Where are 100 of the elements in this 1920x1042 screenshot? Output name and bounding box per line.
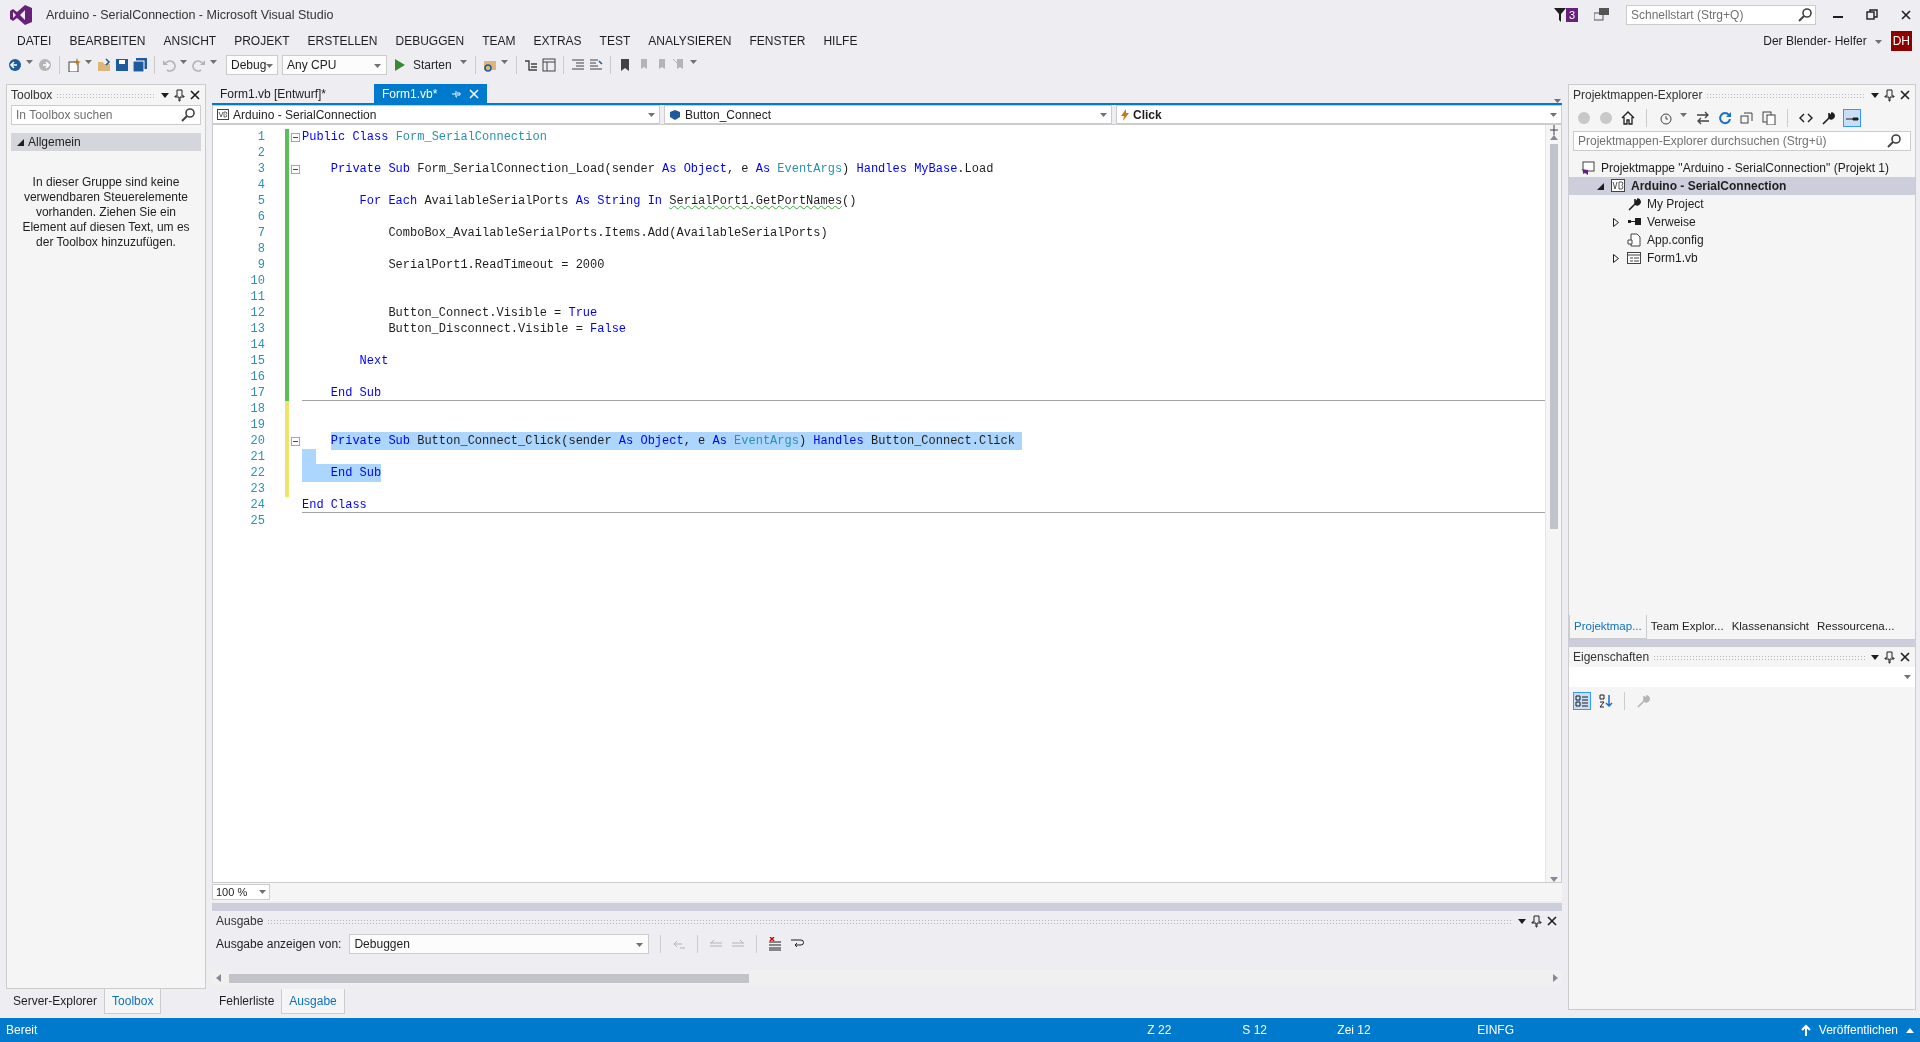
- dropdown-icon[interactable]: [160, 90, 170, 100]
- collapse-icon[interactable]: [291, 132, 300, 142]
- search-field[interactable]: Projektmappen-Explorer durchsuchen (Strg+ü): [1573, 131, 1911, 151]
- indent-icon[interactable]: [570, 58, 585, 72]
- code-icon[interactable]: [1799, 111, 1813, 125]
- search-icon[interactable]: [181, 108, 195, 122]
- menu-item[interactable]: BEARBEITEN: [60, 32, 155, 50]
- menu-item[interactable]: TEAM: [473, 32, 525, 50]
- categorized-icon[interactable]: [1573, 692, 1591, 710]
- dropdown-icon[interactable]: [1870, 652, 1880, 662]
- collapse-icon[interactable]: [291, 436, 300, 446]
- configuration-dropdown[interactable]: Debug: [226, 55, 278, 75]
- wrench-icon[interactable]: [1821, 111, 1835, 125]
- menu-item[interactable]: FENSTER: [740, 32, 815, 50]
- platform-dropdown[interactable]: Any CPU: [282, 55, 387, 75]
- code-line: Next: [359, 353, 389, 370]
- expanded-arrow-icon[interactable]: [1596, 182, 1604, 190]
- menu-item[interactable]: PROJEKT: [225, 32, 299, 50]
- save-icon[interactable]: [115, 58, 129, 72]
- event-dropdown[interactable]: Click: [1116, 105, 1562, 124]
- collapsed-arrow-icon[interactable]: [1613, 217, 1619, 227]
- menu-item[interactable]: EXTRAS: [524, 32, 591, 50]
- caret-icon[interactable]: [1874, 38, 1883, 44]
- panel-tab[interactable]: Team Explor...: [1646, 614, 1728, 639]
- scroll-thumb[interactable]: [229, 973, 749, 983]
- window-icon[interactable]: [541, 58, 556, 72]
- search-field[interactable]: In Toolbox suchen: [11, 105, 201, 125]
- pin-icon[interactable]: [1884, 650, 1895, 664]
- tree-item[interactable]: Form1.vb: [1569, 249, 1915, 267]
- close-icon[interactable]: [1546, 915, 1558, 927]
- menu-item[interactable]: DEBUGGEN: [386, 32, 474, 50]
- panel-tab[interactable]: Ressourcena...: [1813, 614, 1899, 639]
- feedback-icon[interactable]: [1594, 8, 1610, 22]
- history-icon[interactable]: [1658, 111, 1672, 125]
- object-dropdown[interactable]: Button_Connect: [664, 105, 1112, 124]
- scroll-left-icon[interactable]: [216, 974, 221, 982]
- pin-icon[interactable]: [1531, 914, 1542, 928]
- split-icon[interactable]: [1548, 125, 1559, 135]
- save-all-icon[interactable]: [133, 58, 147, 72]
- preview-icon[interactable]: [1843, 109, 1861, 127]
- scroll-thumb[interactable]: [1549, 144, 1558, 529]
- document-tab[interactable]: Form1.vb [Entwurf]*: [212, 84, 335, 103]
- tree-item[interactable]: App.config: [1569, 231, 1915, 249]
- zoom-dropdown[interactable]: 100 %: [212, 884, 270, 900]
- close-icon[interactable]: [189, 89, 201, 101]
- project-dropdown[interactable]: Arduino - SerialConnection: [212, 105, 660, 124]
- document-tab[interactable]: Form1.vb*: [374, 84, 488, 103]
- tree-item[interactable]: My Project: [1569, 195, 1915, 213]
- new-project-icon[interactable]: [67, 58, 81, 72]
- dropdown-icon[interactable]: [1870, 90, 1880, 100]
- menu-item[interactable]: ERSTELLEN: [298, 32, 387, 50]
- dropdown-icon[interactable]: [1517, 916, 1527, 926]
- user-name[interactable]: Der Blender- Helfer: [1763, 32, 1867, 50]
- clear-all-icon[interactable]: [768, 937, 783, 951]
- close-icon[interactable]: [1899, 651, 1911, 663]
- restore-icon[interactable]: [1866, 9, 1878, 21]
- scrollbar[interactable]: [1545, 125, 1561, 882]
- close-icon[interactable]: [1899, 89, 1911, 101]
- collapse-all-icon[interactable]: [1740, 111, 1754, 125]
- group-header[interactable]: Allgemein: [11, 133, 201, 151]
- panel-tab[interactable]: Ausgabe: [281, 989, 345, 1014]
- panel-tab[interactable]: Server-Explorer: [6, 989, 105, 1014]
- back-icon[interactable]: [8, 58, 22, 72]
- menu-item[interactable]: ANALYSIEREN: [639, 32, 741, 50]
- scroll-up-icon[interactable]: [1549, 135, 1558, 140]
- output-source-dropdown[interactable]: Debuggen: [349, 934, 650, 954]
- comment-icon[interactable]: [588, 58, 603, 72]
- sync-icon[interactable]: [1696, 111, 1710, 125]
- filter-icon[interactable]: [1553, 8, 1566, 22]
- quick-launch-field[interactable]: Schnellstart (Strg+Q): [1626, 5, 1816, 25]
- menu-item[interactable]: DATEI: [8, 32, 61, 50]
- step-icon[interactable]: [523, 58, 538, 72]
- menu-item[interactable]: HILFE: [814, 32, 867, 50]
- find-icon[interactable]: [482, 58, 497, 72]
- panel-tab[interactable]: Klassenansicht: [1727, 614, 1813, 639]
- home-icon[interactable]: [1621, 111, 1635, 125]
- search-icon[interactable]: [1887, 134, 1901, 148]
- show-all-files-icon[interactable]: [1762, 111, 1776, 125]
- tree-item[interactable]: Projektmappe "Arduino - SerialConnection" (Projekt 1): [1569, 159, 1915, 177]
- pin-icon[interactable]: [451, 88, 462, 99]
- search-icon[interactable]: [1798, 8, 1812, 22]
- publish-button[interactable]: Veröffentlichen: [1800, 1021, 1914, 1039]
- panel-tab[interactable]: Toolbox: [104, 989, 162, 1014]
- tree-item[interactable]: Arduino - SerialConnection: [1569, 177, 1915, 195]
- close-icon[interactable]: [1900, 9, 1912, 21]
- panel-tab[interactable]: Projektmap...: [1569, 614, 1647, 639]
- pin-icon[interactable]: [174, 88, 185, 102]
- open-folder-icon[interactable]: [97, 58, 111, 72]
- user-avatar[interactable]: DH: [1890, 31, 1912, 51]
- pin-icon[interactable]: [1884, 88, 1895, 102]
- scroll-right-icon[interactable]: [1553, 974, 1558, 982]
- start-button[interactable]: Starten: [391, 56, 456, 74]
- tree-item[interactable]: Verweise: [1569, 213, 1915, 231]
- alphabetical-icon[interactable]: [1599, 694, 1613, 708]
- menu-item[interactable]: ANSICHT: [154, 32, 226, 50]
- menu-item[interactable]: TEST: [590, 32, 640, 50]
- refresh-icon[interactable]: [1718, 111, 1732, 125]
- panel-tab[interactable]: Fehlerliste: [212, 989, 282, 1014]
- collapsed-arrow-icon[interactable]: [1613, 253, 1619, 263]
- collapse-icon[interactable]: [291, 164, 300, 174]
